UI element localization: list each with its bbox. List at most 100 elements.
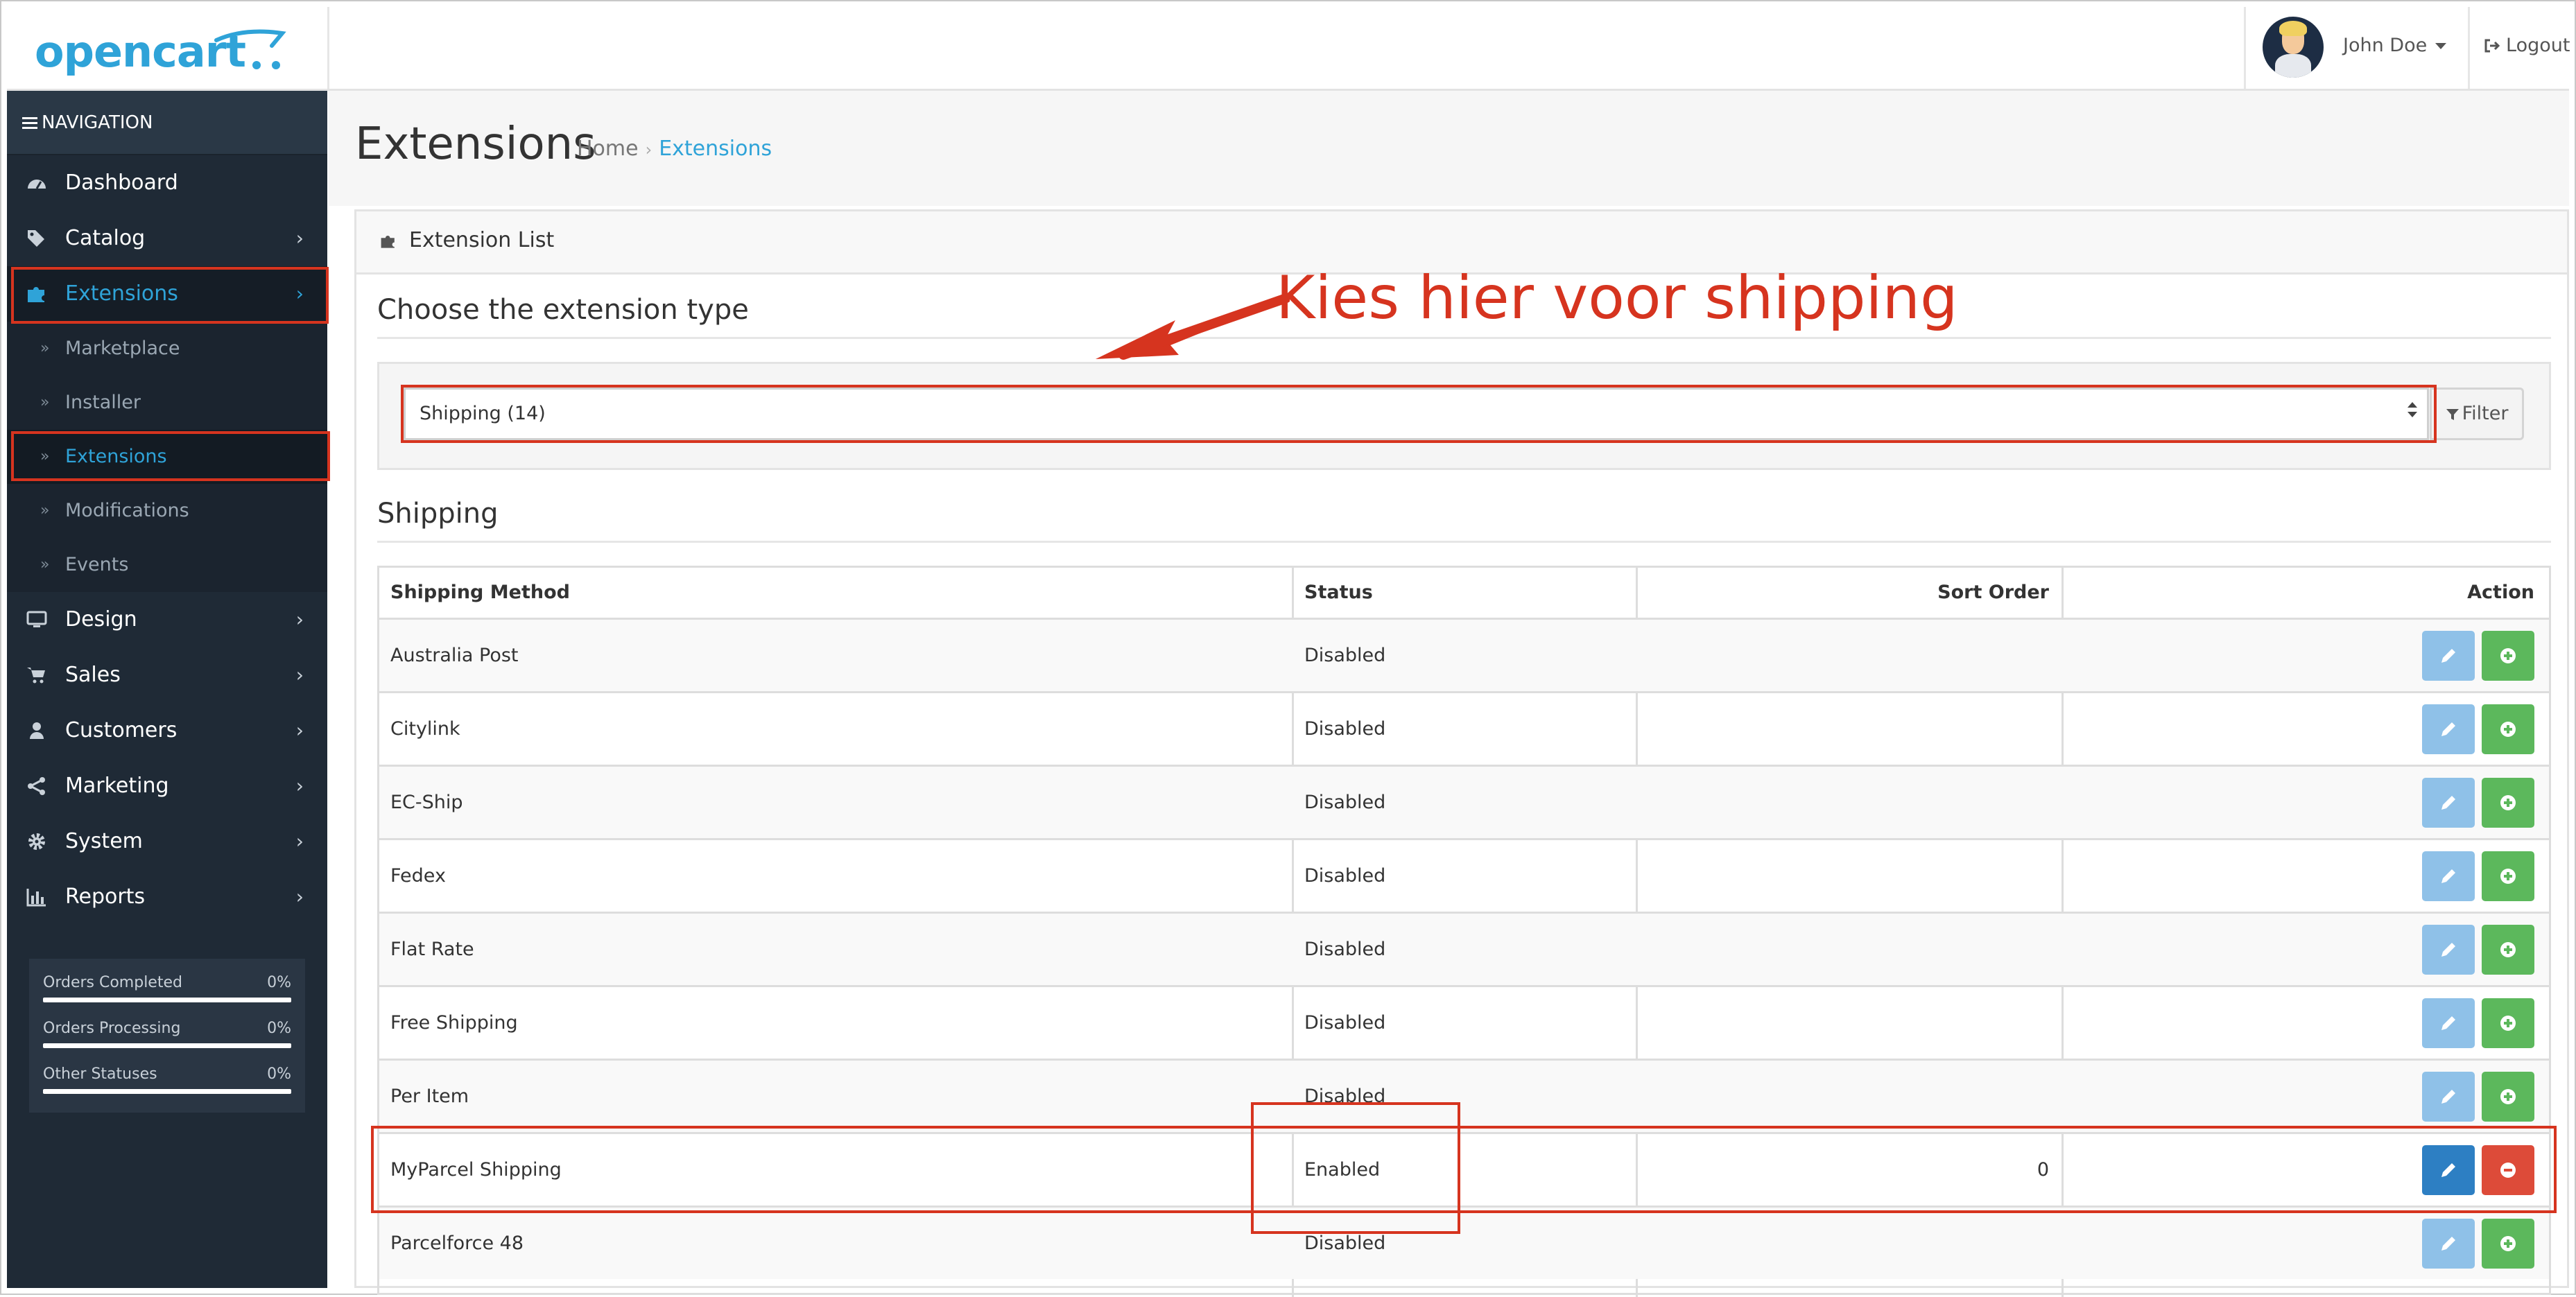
status-cell: Disabled	[1304, 939, 1386, 960]
chevron-right-icon: ›	[295, 719, 304, 742]
sort-order-cell	[1648, 693, 2049, 765]
sidebar-item-marketing[interactable]: Marketing ›	[7, 758, 327, 814]
double-chevron-icon: »	[40, 556, 50, 573]
install-button[interactable]	[2482, 704, 2534, 754]
install-button[interactable]	[2482, 1219, 2534, 1269]
sidebar-item-reports[interactable]: Reports ›	[7, 869, 327, 925]
table-row: Parcelforce 48 Disabled	[379, 1205, 2549, 1279]
sort-order-cell	[1648, 987, 2049, 1059]
chevron-right-icon: ›	[295, 885, 304, 908]
status-cell: Disabled	[1304, 1012, 1386, 1034]
sidebar-item-design[interactable]: Design ›	[7, 592, 327, 647]
install-button[interactable]	[2482, 631, 2534, 681]
edit-button[interactable]	[2422, 1072, 2475, 1122]
dashboard-icon	[28, 180, 46, 189]
sidebar-subitem-marketplace[interactable]: » Marketplace	[7, 322, 327, 376]
menu-icon[interactable]	[22, 114, 37, 132]
shipping-method-cell: Citylink	[390, 718, 460, 740]
chevron-down-icon	[2435, 43, 2447, 49]
choose-type-heading: Choose the extension type	[377, 294, 749, 326]
table-row: Fedex Disabled	[379, 838, 2549, 912]
chevron-right-icon: ›	[295, 830, 304, 853]
edit-button[interactable]	[2422, 704, 2475, 754]
shipping-method-cell: Per Item	[390, 1086, 469, 1107]
stat-orders-completed: Orders Completed 0%	[43, 974, 291, 1002]
status-cell: Disabled	[1304, 718, 1386, 740]
chevron-right-icon: ›	[295, 774, 304, 797]
table-row: EC-Ship Disabled	[379, 765, 2549, 838]
double-chevron-icon: »	[40, 340, 50, 357]
page-header: Extensions Home › Extensions	[329, 91, 2569, 206]
shipping-method-cell: Australia Post	[390, 645, 519, 666]
page-title: Extensions	[355, 119, 596, 170]
panel-title: Extension List	[380, 228, 554, 252]
sidebar-subitem-installer[interactable]: » Installer	[7, 376, 327, 430]
column-header-method[interactable]: Shipping Method	[390, 568, 570, 618]
shipping-method-cell: Flat Rate	[390, 939, 474, 960]
breadcrumb: Home › Extensions	[577, 137, 772, 161]
sidebar-item-sales[interactable]: Sales ›	[7, 647, 327, 703]
logo-area[interactable]: opencart	[7, 7, 329, 89]
gear-icon	[28, 833, 45, 850]
user-name[interactable]: John Doe	[2343, 35, 2447, 56]
edit-button[interactable]	[2422, 1219, 2475, 1269]
filter-icon	[2446, 409, 2459, 420]
edit-button[interactable]	[2422, 925, 2475, 975]
sort-order-cell	[1648, 620, 2049, 691]
edit-button[interactable]	[2422, 851, 2475, 901]
progress-bar	[43, 1043, 291, 1048]
install-button[interactable]	[2482, 998, 2534, 1048]
sidebar-item-customers[interactable]: Customers ›	[7, 703, 327, 758]
double-chevron-icon: »	[40, 502, 50, 519]
sort-order-cell	[1648, 767, 2049, 838]
status-cell: Disabled	[1304, 645, 1386, 666]
column-header-action: Action	[2467, 582, 2534, 603]
install-button[interactable]	[2482, 1072, 2534, 1122]
chevron-right-icon: ›	[295, 663, 304, 686]
puzzle-icon	[381, 235, 395, 248]
shipping-method-cell: EC-Ship	[390, 792, 463, 813]
install-button[interactable]	[2482, 925, 2534, 975]
user-menu[interactable]: John Doe	[2244, 7, 2470, 89]
column-header-sort-order[interactable]: Sort Order	[1648, 568, 2049, 618]
tags-icon	[28, 230, 44, 247]
install-button[interactable]	[2482, 851, 2534, 901]
double-chevron-icon: »	[40, 394, 50, 411]
sidebar-subitem-modifications[interactable]: » Modifications	[7, 484, 327, 538]
edit-button[interactable]	[2422, 778, 2475, 828]
logo-cart-icon	[214, 29, 286, 69]
edit-button[interactable]	[2422, 998, 2475, 1048]
chevron-right-icon: ›	[295, 608, 304, 631]
progress-bar	[43, 1089, 291, 1094]
table-row: Free Shipping Disabled	[379, 985, 2549, 1059]
table-row: Per Item Disabled	[379, 1059, 2549, 1132]
logout-link[interactable]: Logout	[2484, 35, 2570, 56]
sort-order-cell	[1648, 1208, 2049, 1279]
sidebar-subitem-events[interactable]: » Events	[7, 538, 327, 592]
sort-order-cell	[1648, 914, 2049, 985]
highlight-box-enabled-status	[1251, 1102, 1460, 1234]
top-header: opencart John Doe Logout	[7, 7, 2570, 91]
annotation-arrow-icon	[1096, 293, 1290, 360]
filter-button[interactable]: Filter	[2430, 388, 2524, 440]
desktop-icon	[26, 611, 47, 627]
progress-bar	[43, 998, 291, 1002]
avatar[interactable]	[2263, 17, 2324, 78]
highlight-box-select	[401, 385, 2437, 443]
divider	[377, 541, 2551, 543]
sidebar-item-catalog[interactable]: Catalog ›	[7, 211, 327, 266]
nav-header: NAVIGATION	[7, 91, 327, 155]
install-button[interactable]	[2482, 778, 2534, 828]
user-icon	[30, 722, 44, 739]
sidebar-item-system[interactable]: System ›	[7, 814, 327, 869]
column-header-status[interactable]: Status	[1304, 568, 1373, 618]
sort-order-cell	[1648, 1061, 2049, 1132]
breadcrumb-home[interactable]: Home	[577, 137, 639, 161]
highlight-box-extensions-submenu	[11, 431, 330, 481]
edit-button[interactable]	[2422, 631, 2475, 681]
sidebar-item-dashboard[interactable]: Dashboard	[7, 155, 327, 211]
chevron-right-icon: ›	[295, 227, 304, 250]
divider	[377, 337, 2551, 339]
status-cell: Disabled	[1304, 792, 1386, 813]
breadcrumb-extensions[interactable]: Extensions	[659, 137, 772, 161]
